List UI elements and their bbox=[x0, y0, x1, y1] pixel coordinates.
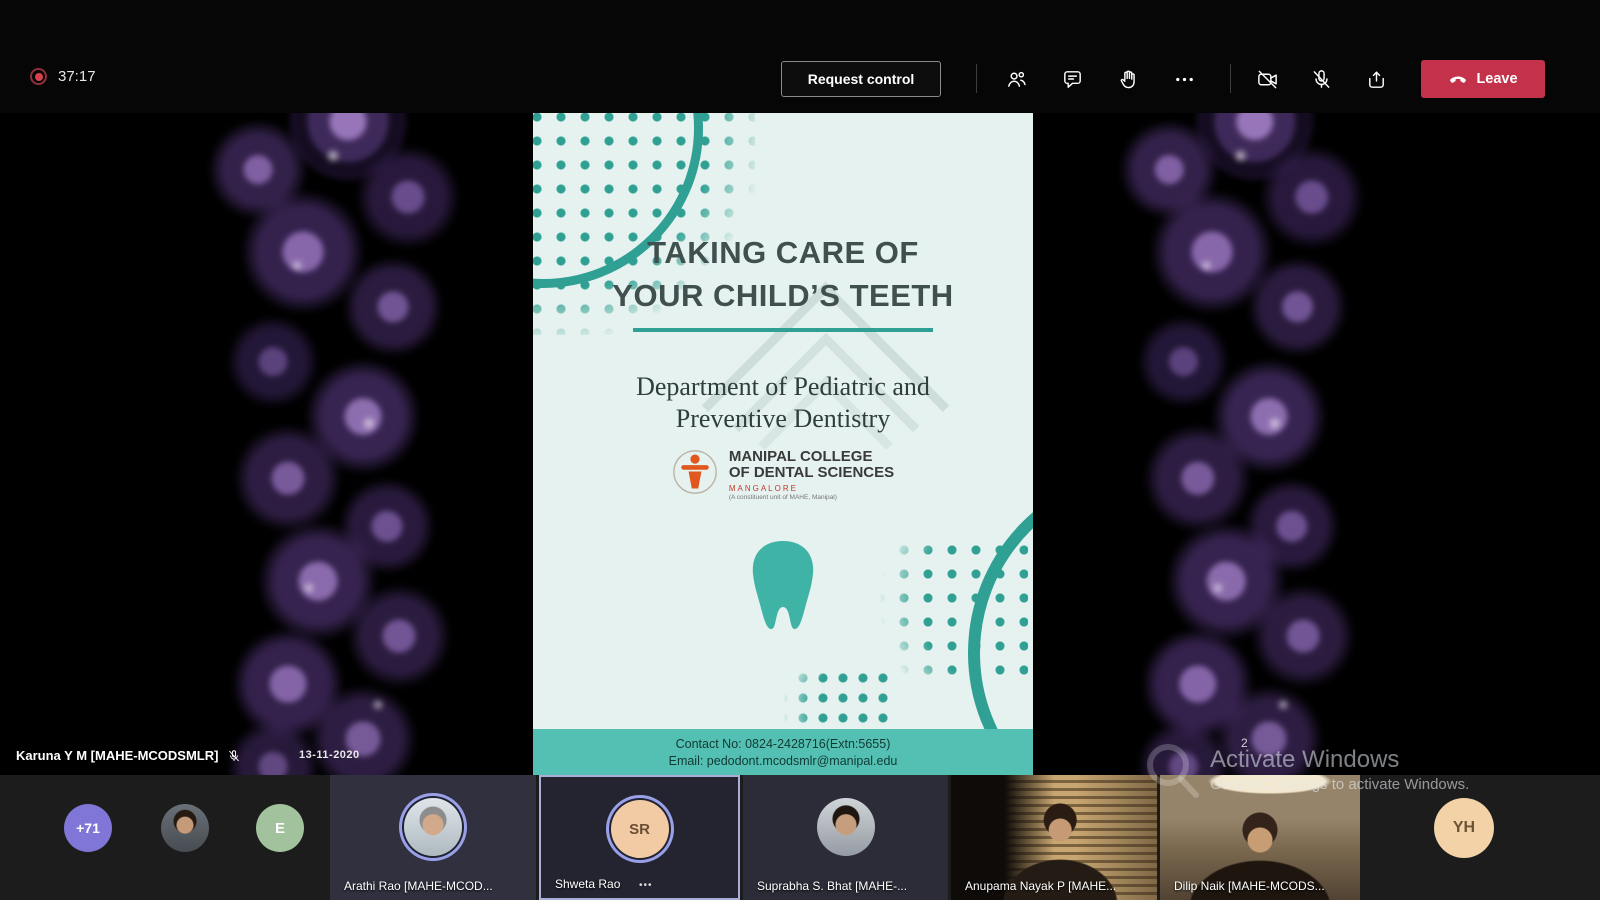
participant-avatar-initials-yh[interactable]: YH bbox=[1434, 798, 1494, 858]
participant-name: Suprabha S. Bhat [MAHE-... bbox=[757, 879, 907, 893]
avatar bbox=[404, 798, 462, 856]
presenter-name-label: Karuna Y M [MAHE-MCODSMLR] bbox=[16, 748, 241, 763]
overflow-participants-badge[interactable]: +71 bbox=[64, 804, 112, 852]
participant-tile-arathi-rao[interactable]: Arathi Rao [MAHE-MCOD... bbox=[330, 775, 536, 900]
camera-off-button[interactable] bbox=[1247, 59, 1287, 99]
presenter-name: Karuna Y M [MAHE-MCODSMLR] bbox=[16, 748, 218, 763]
participant-name: Dilip Naik [MAHE-MCODS... bbox=[1174, 879, 1325, 893]
divider bbox=[1230, 64, 1231, 93]
raise-hand-button[interactable] bbox=[1108, 59, 1148, 99]
slide-title: TAKING CARE OF YOUR CHILD’S TEETH bbox=[533, 231, 1033, 332]
tooth-illustration bbox=[533, 531, 1033, 644]
college-emblem-icon bbox=[672, 449, 718, 495]
slide-title-line1: TAKING CARE OF bbox=[533, 231, 1033, 274]
slide-subtitle: Department of Pediatric and Preventive D… bbox=[533, 371, 1033, 435]
org-note: (A constituent unit of MAHE, Manipal) bbox=[729, 494, 894, 502]
participant-tile-dilip-naik[interactable]: Dilip Naik [MAHE-MCODS... bbox=[1160, 775, 1360, 900]
flower-video-right bbox=[1110, 113, 1371, 775]
phone-down-icon bbox=[1448, 69, 1468, 89]
participant-avatar-initial-e[interactable]: E bbox=[256, 804, 304, 852]
share-button[interactable] bbox=[1356, 59, 1396, 99]
more-options-button[interactable] bbox=[1164, 59, 1204, 99]
college-logo-block: MANIPAL COLLEGE OF DENTAL SCIENCES MANGA… bbox=[533, 449, 1033, 502]
meeting-timer: 37:17 bbox=[58, 68, 96, 85]
org-name-line1: MANIPAL COLLEGE bbox=[729, 449, 894, 465]
presentation-slide: TAKING CARE OF YOUR CHILD’S TEETH Depart… bbox=[533, 113, 1033, 775]
mic-off-icon bbox=[1310, 68, 1333, 91]
video-date-stamp: 13-11-2020 bbox=[299, 749, 360, 761]
participant-tile-anupama-nayak[interactable]: Anupama Nayak P [MAHE... bbox=[951, 775, 1157, 900]
participant-tile-shweta-rao[interactable]: SR Shweta Rao ••• bbox=[539, 775, 740, 900]
mic-off-small-icon bbox=[227, 749, 241, 763]
participants-button[interactable] bbox=[996, 59, 1036, 99]
teams-meeting-window: 37:17 Request control Leave bbox=[0, 0, 1600, 900]
mic-off-button[interactable] bbox=[1301, 59, 1341, 99]
shared-screen-stage: TAKING CARE OF YOUR CHILD’S TEETH Depart… bbox=[0, 113, 1600, 775]
contact-phone: Contact No: 0824-2428716(Extn:5655) bbox=[676, 736, 891, 752]
title-underline bbox=[633, 328, 933, 332]
contact-email: Email: pedodont.mcodsmlr@manipal.edu bbox=[669, 753, 898, 769]
more-options-icon bbox=[1173, 68, 1196, 91]
participant-filmstrip: +71 E Arathi Rao [MAHE-MCOD... SR Shweta… bbox=[0, 775, 1600, 900]
flower-video-left bbox=[195, 113, 471, 775]
participants-icon bbox=[1005, 68, 1028, 91]
leave-label: Leave bbox=[1476, 71, 1517, 87]
meeting-control-bar: 37:17 Request control Leave bbox=[0, 0, 1600, 113]
recording-indicator: 37:17 bbox=[30, 68, 96, 85]
dept-line2: Preventive Dentistry bbox=[533, 403, 1033, 435]
contact-band: Contact No: 0824-2428716(Extn:5655) Emai… bbox=[533, 729, 1033, 775]
participant-name: Arathi Rao [MAHE-MCOD... bbox=[344, 879, 493, 893]
participant-tile-suprabha-bhat[interactable]: Suprabha S. Bhat [MAHE-... bbox=[743, 775, 948, 900]
request-control-button[interactable]: Request control bbox=[781, 61, 941, 97]
participant-name: Anupama Nayak P [MAHE... bbox=[965, 879, 1116, 893]
camera-off-icon bbox=[1256, 68, 1279, 91]
avatar bbox=[817, 798, 875, 856]
org-city: MANGALORE bbox=[729, 483, 894, 494]
participant-avatar-photo[interactable] bbox=[161, 804, 209, 852]
slide-title-line2: YOUR CHILD’S TEETH bbox=[533, 274, 1033, 317]
tooth-icon bbox=[733, 531, 833, 639]
leave-button[interactable]: Leave bbox=[1421, 60, 1545, 98]
dept-line1: Department of Pediatric and bbox=[533, 371, 1033, 403]
chat-button[interactable] bbox=[1052, 59, 1092, 99]
raise-hand-icon bbox=[1117, 68, 1140, 91]
org-name-line2: OF DENTAL SCIENCES bbox=[729, 465, 894, 481]
divider bbox=[976, 64, 977, 93]
tile-more-icon[interactable]: ••• bbox=[639, 880, 653, 891]
chat-icon bbox=[1061, 68, 1084, 91]
share-icon bbox=[1365, 68, 1388, 91]
avatar-initials: SR bbox=[611, 800, 669, 858]
participant-name: Shweta Rao bbox=[555, 877, 620, 891]
recording-icon bbox=[30, 68, 47, 85]
